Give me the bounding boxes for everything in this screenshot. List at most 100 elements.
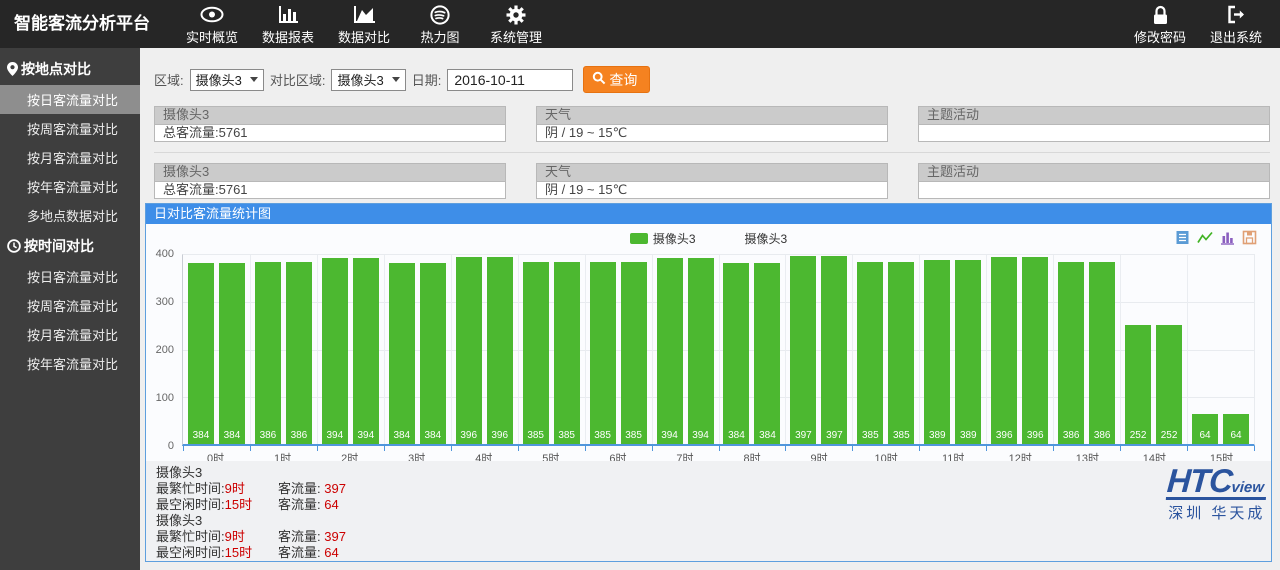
nav-item-label: 退出系统 <box>1210 27 1262 46</box>
sidebar-item-按年客流量对比[interactable]: 按年客流量对比 <box>0 349 140 378</box>
bar-摄像头3-0时[interactable]: 384 <box>219 263 245 444</box>
bar-摄像头3-4时[interactable]: 396 <box>487 257 513 444</box>
bar-摄像头3-3时[interactable]: 384 <box>420 263 446 444</box>
info-box-title: 主题活动 <box>918 106 1270 124</box>
line-type-icon[interactable] <box>1197 230 1213 245</box>
summary-time-value: 15时 <box>225 545 252 560</box>
nav-item-系统管理[interactable]: 系统管理 <box>478 0 554 48</box>
bar-摄像头3-7时[interactable]: 394 <box>657 258 683 444</box>
sidebar-section-按时间对比: 按时间对比 <box>0 230 140 262</box>
bar-摄像头3-13时[interactable]: 386 <box>1089 262 1115 444</box>
info-box-摄像头3: 摄像头3总客流量:5761 <box>154 106 506 142</box>
nav-item-退出系统[interactable]: 退出系统 <box>1198 0 1274 48</box>
summary-line: 最空闲时间:15时客流量: 64 <box>156 497 1271 513</box>
location-pin-icon <box>7 62 18 76</box>
bar-value-label: 384 <box>424 430 441 444</box>
bar-摄像头3-14时[interactable]: 252 <box>1156 325 1182 444</box>
bar-value-label: 384 <box>224 430 241 444</box>
bar-摄像头3-8时[interactable]: 384 <box>723 263 749 444</box>
bar-group-1时: 386386 <box>250 255 317 444</box>
clock-icon <box>7 239 21 253</box>
bar-摄像头3-10时[interactable]: 385 <box>857 262 883 444</box>
sidebar-item-按日客流量对比[interactable]: 按日客流量对比 <box>0 85 140 114</box>
chevron-down-icon <box>250 77 258 82</box>
bar-摄像头3-0时[interactable]: 384 <box>188 263 214 444</box>
bar-摄像头3-15时[interactable]: 64 <box>1223 414 1249 444</box>
info-box-主题活动: 主题活动 <box>918 163 1270 199</box>
bar-摄像头3-8时[interactable]: 384 <box>754 263 780 444</box>
sidebar-item-按周客流量对比[interactable]: 按周客流量对比 <box>0 291 140 320</box>
bar-摄像头3-4时[interactable]: 396 <box>456 257 482 444</box>
logo-subtitle: 深圳 华天成 <box>1167 502 1267 523</box>
plot-area: 3843843863863943943843843963963853853853… <box>182 254 1255 446</box>
bar-摄像头3-2时[interactable]: 394 <box>322 258 348 444</box>
sidebar-item-多地点数据对比[interactable]: 多地点数据对比 <box>0 201 140 230</box>
bar-摄像头3-3时[interactable]: 384 <box>389 263 415 444</box>
bar-摄像头3-15时[interactable]: 64 <box>1192 414 1218 444</box>
region-select[interactable]: 摄像头3 <box>190 69 264 91</box>
bar-摄像头3-12时[interactable]: 396 <box>991 257 1017 444</box>
legend-item-摄像头3[interactable]: 摄像头3 <box>630 230 696 247</box>
info-box-title: 天气 <box>536 106 888 124</box>
info-box-title: 摄像头3 <box>154 106 506 124</box>
info-box-title: 天气 <box>536 163 888 181</box>
nav-item-修改密码[interactable]: 修改密码 <box>1122 0 1198 48</box>
bar-摄像头3-10时[interactable]: 385 <box>888 262 914 444</box>
nav-item-数据报表[interactable]: 数据报表 <box>250 0 326 48</box>
summary-line: 最繁忙时间:9时客流量: 397 <box>156 529 1271 545</box>
data-view-icon[interactable] <box>1175 230 1190 245</box>
bar-摄像头3-11时[interactable]: 389 <box>955 260 981 444</box>
bar-摄像头3-13时[interactable]: 386 <box>1058 262 1084 444</box>
bar-摄像头3-11时[interactable]: 389 <box>924 260 950 444</box>
sidebar-item-按周客流量对比[interactable]: 按周客流量对比 <box>0 114 140 143</box>
bar-摄像头3-2时[interactable]: 394 <box>353 258 379 444</box>
sidebar-item-按月客流量对比[interactable]: 按月客流量对比 <box>0 143 140 172</box>
nav-item-热力图[interactable]: 热力图 <box>402 0 478 48</box>
compare-region-label: 对比区域: <box>270 70 326 89</box>
nav-item-label: 热力图 <box>420 27 459 46</box>
bar-摄像头3-5时[interactable]: 385 <box>554 262 580 444</box>
bar-value-label: 384 <box>393 430 410 444</box>
bar-摄像头3-1时[interactable]: 386 <box>255 262 281 444</box>
query-button[interactable]: 查询 <box>583 66 650 93</box>
sidebar-item-按日客流量对比[interactable]: 按日客流量对比 <box>0 262 140 291</box>
bar-摄像头3-6时[interactable]: 385 <box>590 262 616 444</box>
y-axis-tick-label: 300 <box>156 296 174 308</box>
summary-time-segment: 最空闲时间:15时 <box>156 497 278 513</box>
header-right-nav: 修改密码退出系统 <box>1122 0 1274 48</box>
app-title: 智能客流分析平台 <box>0 0 164 48</box>
bar-摄像头3-1时[interactable]: 386 <box>286 262 312 444</box>
bar-摄像头3-7时[interactable]: 394 <box>688 258 714 444</box>
nav-item-label: 数据对比 <box>338 27 390 46</box>
bar-group-6时: 385385 <box>585 255 652 444</box>
sidebar-item-按月客流量对比[interactable]: 按月客流量对比 <box>0 320 140 349</box>
region-label: 区域: <box>154 70 184 89</box>
bar-type-icon[interactable] <box>1220 230 1235 245</box>
query-button-label: 查询 <box>609 70 637 90</box>
save-image-icon[interactable] <box>1242 230 1257 245</box>
summary-time-segment: 最繁忙时间:9时 <box>156 529 278 545</box>
bar-摄像头3-12时[interactable]: 396 <box>1022 257 1048 444</box>
summary-camera-name: 摄像头3 <box>156 465 1271 481</box>
date-input[interactable]: 2016-10-11 <box>447 69 573 91</box>
compare-region-select[interactable]: 摄像头3 <box>331 69 405 91</box>
info-boxes: 摄像头3总客流量:5761天气阴 / 19 ~ 15℃主题活动 摄像头3总客流量… <box>154 106 1270 199</box>
bar-group-7时: 394394 <box>652 255 719 444</box>
summary-flow-value: 64 <box>324 497 338 512</box>
legend-swatch <box>722 233 740 244</box>
bar-value-label: 384 <box>193 430 210 444</box>
sidebar-item-按年客流量对比[interactable]: 按年客流量对比 <box>0 172 140 201</box>
bar-value-label: 252 <box>1161 430 1178 444</box>
bar-摄像头3-5时[interactable]: 385 <box>523 262 549 444</box>
nav-item-实时概览[interactable]: 实时概览 <box>174 0 250 48</box>
bar-摄像头3-6时[interactable]: 385 <box>621 262 647 444</box>
htcview-logo-wordmark: HTCview <box>1165 465 1268 500</box>
summary-time-label: 最空闲时间: <box>156 545 225 560</box>
bar-摄像头3-14时[interactable]: 252 <box>1125 325 1151 444</box>
info-box-content <box>918 124 1270 142</box>
bar-摄像头3-9时[interactable]: 397 <box>790 256 816 444</box>
bar-group-2时: 394394 <box>317 255 384 444</box>
legend-item-摄像头3[interactable]: 摄像头3 <box>722 230 788 247</box>
nav-item-数据对比[interactable]: 数据对比 <box>326 0 402 48</box>
bar-摄像头3-9时[interactable]: 397 <box>821 256 847 444</box>
